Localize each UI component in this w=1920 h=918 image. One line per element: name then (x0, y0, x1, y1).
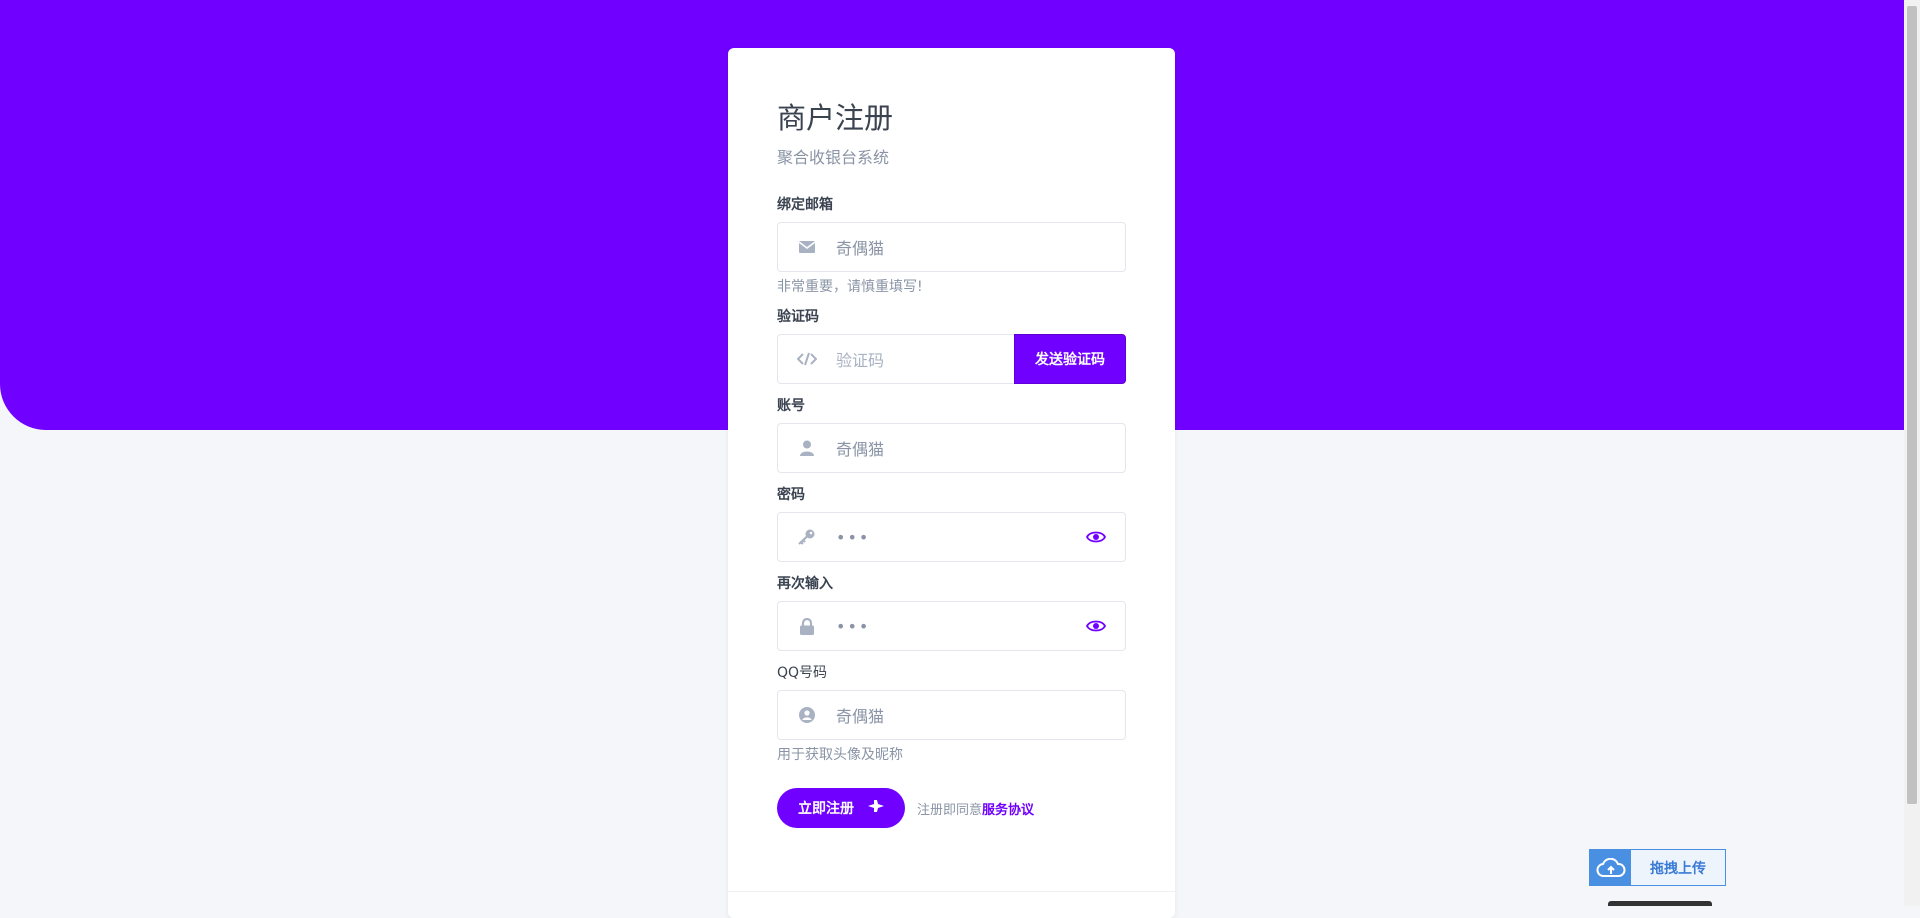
qq-value: 奇偶猫 (836, 707, 885, 726)
scrollbar[interactable] (1904, 0, 1920, 906)
code-icon (778, 335, 836, 383)
account-label: 账号 (777, 398, 805, 414)
eye-icon[interactable] (1067, 602, 1125, 650)
lock-icon (778, 602, 836, 650)
register-button-label: 立即注册 (798, 801, 854, 817)
code-placeholder: 验证码 (836, 351, 885, 370)
email-value: 奇偶猫 (836, 239, 885, 258)
eye-icon[interactable] (1067, 513, 1125, 561)
user-icon (778, 424, 836, 472)
qq-hint: 用于获取头像及昵称 (777, 747, 903, 763)
qq-label: QQ号码 (777, 665, 828, 681)
email-field[interactable]: 奇偶猫 (777, 222, 1126, 272)
drag-upload-widget[interactable]: 拖拽上传 (1589, 849, 1726, 886)
password-confirm-field[interactable]: ••• (777, 601, 1126, 651)
page-title: 商户注册 (777, 101, 894, 135)
service-agreement-link[interactable]: 服务协议 (982, 803, 1034, 818)
user-circle-icon (778, 691, 836, 739)
qq-field[interactable]: 奇偶猫 (777, 690, 1126, 740)
card-divider (728, 891, 1175, 892)
key-icon (778, 513, 836, 561)
register-card: 商户注册 聚合收银台系统 绑定邮箱 奇偶猫 非常重要，请慎重填写! 验证码 验证… (728, 48, 1175, 918)
register-button[interactable]: 立即注册 (777, 788, 905, 828)
cloud-upload-icon (1590, 850, 1631, 885)
agreement-text: 注册即同意服务协议 (917, 799, 1034, 818)
password-value: ••• (836, 527, 871, 547)
account-value: 奇偶猫 (836, 440, 885, 459)
code-label: 验证码 (777, 309, 819, 325)
password-confirm-label: 再次输入 (777, 576, 833, 592)
account-field[interactable]: 奇偶猫 (777, 423, 1126, 473)
password-label: 密码 (777, 487, 805, 503)
drag-upload-label: 拖拽上传 (1650, 860, 1706, 877)
bottom-tab (1608, 901, 1712, 906)
agreement-prefix: 注册即同意 (917, 803, 983, 818)
email-hint: 非常重要，请慎重填写! (777, 279, 923, 295)
code-field[interactable]: 验证码 (777, 334, 1015, 384)
password-field[interactable]: ••• (777, 512, 1126, 562)
page-subtitle: 聚合收银台系统 (777, 148, 890, 167)
scrollbar-thumb[interactable] (1907, 6, 1917, 804)
send-code-button[interactable]: 发送验证码 (1014, 334, 1126, 384)
envelope-icon (778, 223, 836, 271)
paper-plane-icon (868, 799, 884, 817)
email-label: 绑定邮箱 (777, 197, 833, 213)
password-confirm-value: ••• (836, 616, 871, 636)
